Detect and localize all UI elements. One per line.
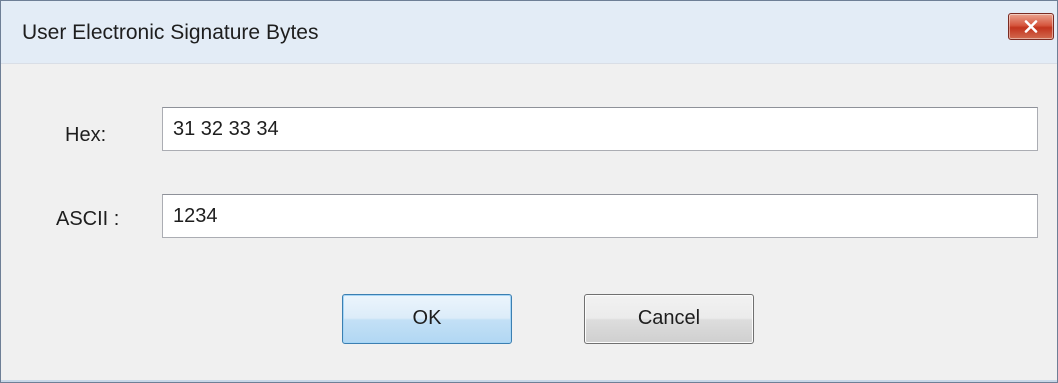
hex-label: Hex: [65, 124, 107, 146]
close-button[interactable] [1008, 13, 1054, 40]
close-x-icon [1024, 20, 1038, 33]
signature-dialog: User Electronic Signature Bytes Hex: ASC… [0, 0, 1058, 383]
ascii-input[interactable] [162, 194, 1038, 238]
window-title: User Electronic Signature Bytes [22, 21, 319, 44]
cancel-button[interactable]: Cancel [584, 294, 754, 344]
title-bar[interactable]: User Electronic Signature Bytes [1, 1, 1057, 64]
ok-button[interactable]: OK [342, 294, 512, 344]
ascii-label: ASCII : [56, 208, 120, 230]
hex-input[interactable] [162, 107, 1038, 151]
dialog-content: Hex: ASCII : OK Cancel [1, 64, 1057, 382]
dialog-bottom-border [1, 380, 1057, 382]
